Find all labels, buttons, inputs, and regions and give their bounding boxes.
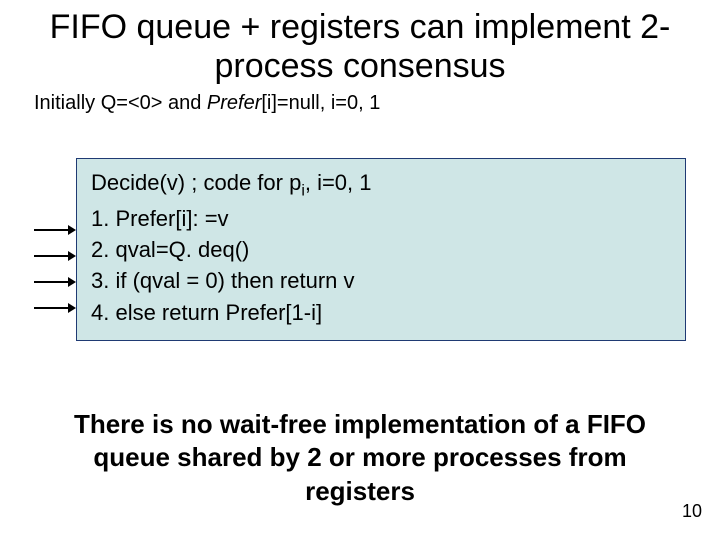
code-line-4: 4. else return Prefer[1-i]	[91, 297, 671, 328]
initial-mid: and	[162, 92, 206, 114]
slide-title: FIFO queue + registers can implement 2-p…	[0, 0, 720, 86]
initial-state: Initially Q=<0> and Prefer[i]=null, i=0,…	[0, 86, 720, 115]
pseudocode-box: Decide(v) ; code for pi, i=0, 1 1. Prefe…	[76, 158, 686, 341]
code-line-1: 1. Prefer[i]: =v	[91, 203, 671, 234]
initial-post: [i]=null, i=0, 1	[261, 92, 380, 114]
slide: FIFO queue + registers can implement 2-p…	[0, 0, 720, 540]
code-header-pre: Decide(v) ; code for p	[91, 170, 301, 195]
code-block: Decide(v) ; code for pi, i=0, 1 1. Prefe…	[34, 158, 686, 341]
initial-pre: Initially Q=	[34, 92, 128, 114]
arrow-icon	[34, 300, 76, 316]
page-number: 10	[682, 501, 702, 522]
conclusion-text: There is no wait-free implementation of …	[0, 408, 720, 508]
arrow-icon	[34, 248, 76, 264]
arrow-icon	[34, 222, 76, 238]
initial-prefer: Prefer	[207, 92, 261, 114]
arrow-icon	[34, 274, 76, 290]
code-header-post: , i=0, 1	[305, 170, 372, 195]
arrow-stack	[34, 182, 76, 316]
code-line-2: 2. qval=Q. deq()	[91, 234, 671, 265]
code-line-3: 3. if (qval = 0) then return v	[91, 265, 671, 296]
code-header: Decide(v) ; code for pi, i=0, 1	[91, 167, 671, 203]
initial-q: <0>	[128, 92, 162, 114]
